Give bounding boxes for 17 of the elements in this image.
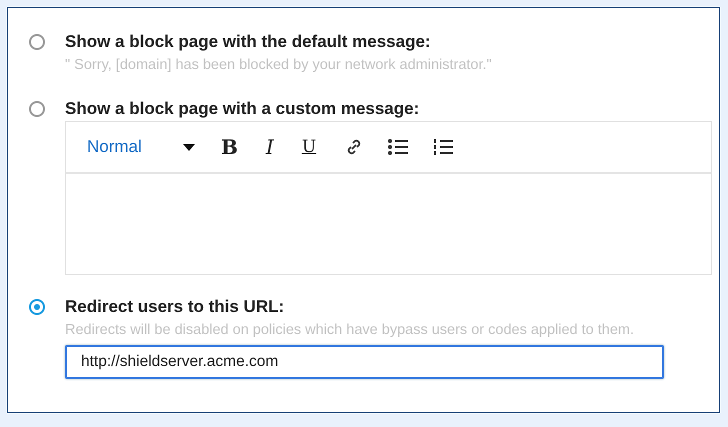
- radio-button[interactable]: [29, 101, 45, 117]
- option-label: Show a block page with a custom message:: [65, 98, 420, 120]
- bulleted-list-icon[interactable]: [387, 138, 410, 156]
- caret-icon[interactable]: [183, 144, 195, 150]
- bold-button[interactable]: B: [221, 135, 238, 159]
- option-label: Redirect users to this URL:: [65, 296, 286, 318]
- radio-button[interactable]: [29, 299, 45, 315]
- url-field[interactable]: http://shieldserver.acme.com: [65, 345, 664, 379]
- option-description: Redirects will be disabled on policies which have bypass users or codes applied to them.: [65, 321, 636, 340]
- rich-text-editor[interactable]: Normal B I U: [65, 121, 712, 275]
- radio-button[interactable]: [29, 34, 45, 50]
- numbered-list-icon[interactable]: [432, 138, 454, 156]
- underline-button[interactable]: U: [302, 137, 316, 157]
- format-dropdown[interactable]: Normal: [87, 137, 183, 157]
- italic-button[interactable]: I: [266, 135, 274, 159]
- option-description: " Sorry, [domain] has been blocked by your network administrator.": [65, 56, 493, 75]
- option-label: Show a block page with the default message:: [65, 31, 432, 53]
